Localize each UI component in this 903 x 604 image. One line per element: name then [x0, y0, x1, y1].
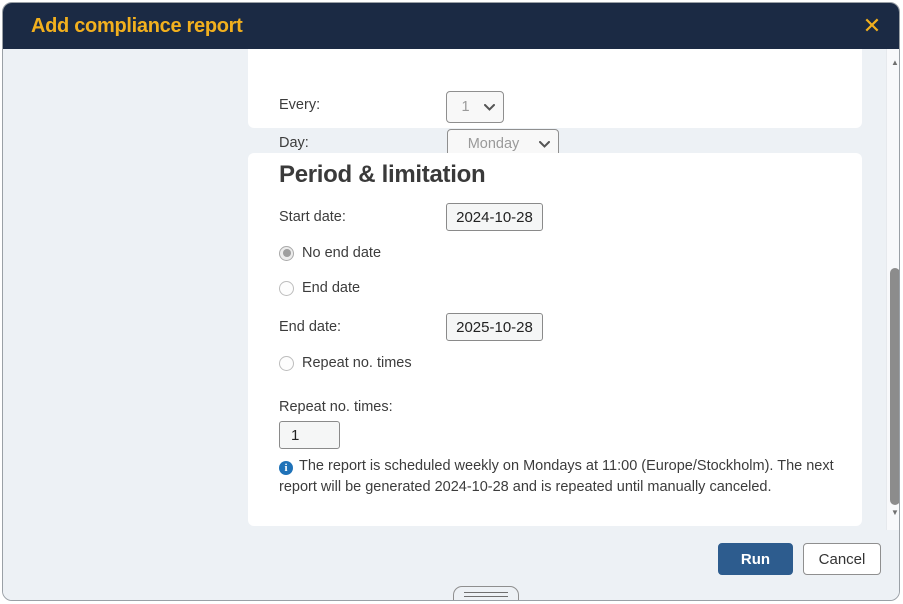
chevron-down-icon	[484, 104, 495, 111]
start-date-input[interactable]	[446, 203, 543, 231]
radio-repeat-no-times[interactable]: Repeat no. times	[279, 355, 412, 371]
radio-end-date[interactable]: End date	[279, 280, 360, 296]
scrollbar-thumb[interactable]	[890, 268, 899, 505]
run-button[interactable]: Run	[718, 543, 793, 575]
scroll-up-icon[interactable]: ▲	[887, 55, 899, 69]
schedule-info-text: The report is scheduled weekly on Monday…	[279, 458, 834, 495]
schedule-card: Every: 1 Day: Monday	[248, 49, 862, 128]
end-date-input[interactable]	[446, 313, 543, 341]
dialog-header: Add compliance report ✕	[3, 3, 899, 49]
day-label: Day:	[279, 135, 309, 151]
chevron-down-icon	[539, 141, 550, 148]
every-select[interactable]: 1	[446, 91, 504, 123]
radio-button-icon	[279, 281, 294, 296]
radio-button-icon	[279, 246, 294, 261]
start-date-label: Start date:	[279, 209, 346, 225]
close-icon[interactable]: ✕	[859, 13, 885, 39]
screen: Add compliance report ✕ Every: 1 Day: Mo…	[0, 0, 903, 604]
schedule-info-note: iThe report is scheduled weekly on Monda…	[279, 456, 847, 498]
vertical-scrollbar[interactable]: ▲ ▼	[886, 49, 899, 530]
cancel-button[interactable]: Cancel	[803, 543, 881, 575]
radio-repeat-no-times-label: Repeat no. times	[302, 355, 412, 371]
section-heading: Period & limitation	[279, 161, 485, 189]
radio-button-icon	[279, 356, 294, 371]
end-date-label: End date:	[279, 319, 341, 335]
radio-no-end-date-label: No end date	[302, 245, 381, 261]
info-icon: i	[279, 461, 293, 475]
every-label: Every:	[279, 97, 320, 113]
dialog-title: Add compliance report	[31, 15, 243, 38]
resize-grip-handle[interactable]	[453, 586, 519, 601]
period-limitation-card: Period & limitation Start date: No end d…	[248, 153, 862, 526]
scroll-down-icon[interactable]: ▼	[887, 505, 899, 519]
repeat-no-times-input[interactable]	[279, 421, 340, 449]
add-compliance-report-dialog: Add compliance report ✕ Every: 1 Day: Mo…	[2, 2, 900, 601]
dialog-body: Every: 1 Day: Monday Period & limita	[3, 49, 899, 601]
repeat-no-times-label: Repeat no. times:	[279, 399, 393, 415]
radio-end-date-label: End date	[302, 280, 360, 296]
radio-no-end-date[interactable]: No end date	[279, 245, 381, 261]
every-select-value: 1	[447, 99, 484, 115]
day-select-value: Monday	[448, 136, 539, 152]
